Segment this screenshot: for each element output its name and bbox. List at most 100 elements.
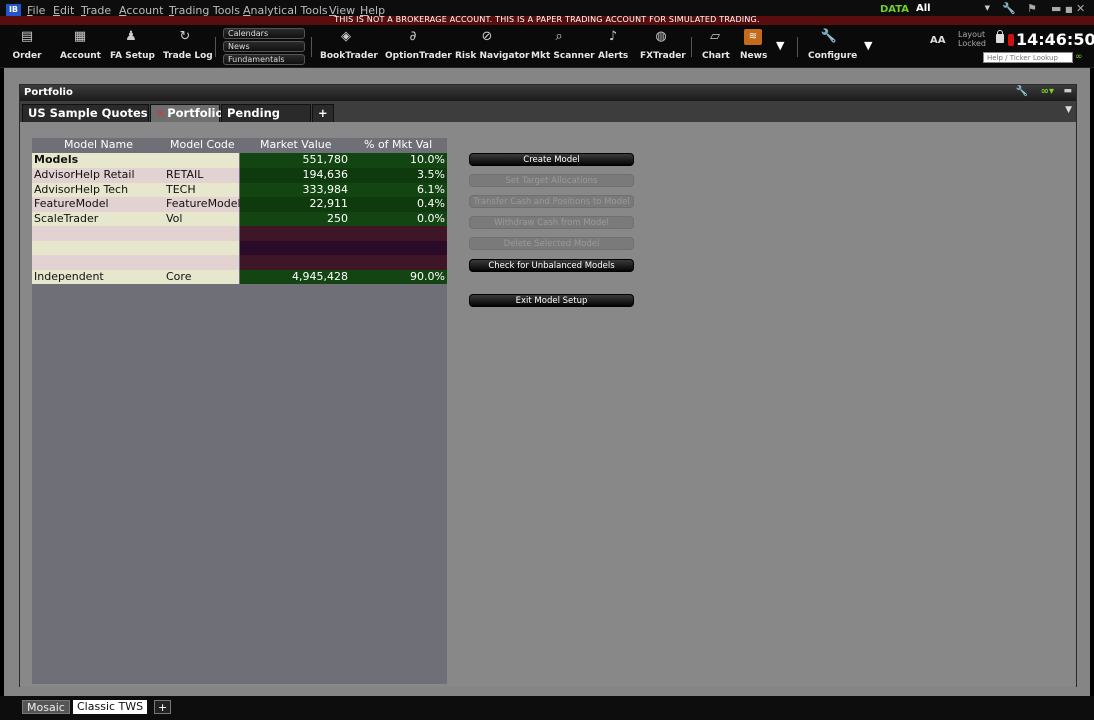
link-icon[interactable]: ∞ bbox=[1075, 52, 1083, 62]
layout-label-line2: Locked bbox=[958, 39, 986, 48]
portfolio-window: Portfolio 🔧 ∞▾ ▬ US Sample Quotes ✕ Portf… bbox=[19, 84, 1077, 687]
fxtrader-button[interactable]: ◍ FXTrader bbox=[640, 29, 686, 65]
cell-pct: 90.0% bbox=[410, 269, 445, 283]
cell-model-name: Models bbox=[34, 153, 79, 166]
cell-model-name: AdvisorHelp Tech bbox=[34, 182, 129, 196]
news-label: News bbox=[740, 51, 768, 61]
cell-market-value: 22,911 bbox=[309, 197, 349, 210]
connection-status-icon bbox=[1008, 34, 1014, 46]
bottom-bar: Mosaic Classic TWS + bbox=[0, 696, 1094, 720]
cell-pct: 10.0% bbox=[410, 153, 445, 166]
account-icon: ▦ bbox=[73, 29, 87, 44]
table-row[interactable]: Models 551,780 10.0% bbox=[32, 153, 447, 168]
check-unbalanced-button[interactable]: Check for Unbalanced Models bbox=[469, 259, 634, 272]
withdraw-cash-button[interactable]: Withdraw Cash from Model bbox=[469, 216, 634, 229]
window-title-bar[interactable]: Portfolio 🔧 ∞▾ ▬ bbox=[20, 85, 1076, 101]
table-row[interactable]: AdvisorHelp Retail RETAIL 194,636 3.5% bbox=[32, 168, 447, 183]
order-label: Order bbox=[12, 51, 42, 61]
cell-model-code: TECH bbox=[166, 182, 196, 196]
header-pct-mkt-val[interactable]: % of Mkt Val bbox=[364, 138, 432, 152]
header-model-name[interactable]: Model Name bbox=[64, 138, 133, 152]
table-row[interactable] bbox=[32, 240, 447, 255]
header-market-value[interactable]: Market Value bbox=[260, 138, 332, 152]
set-target-allocations-button[interactable]: Set Target Allocations bbox=[469, 174, 634, 187]
exit-model-setup-button[interactable]: Exit Model Setup bbox=[469, 294, 634, 307]
table-row[interactable] bbox=[32, 226, 447, 241]
ticker-lookup-input[interactable] bbox=[983, 52, 1073, 63]
tab-classic-tws[interactable]: Classic TWS bbox=[73, 700, 148, 714]
table-row[interactable]: AdvisorHelp Tech TECH 333,984 6.1% bbox=[32, 182, 447, 197]
cell-pct: 6.1% bbox=[417, 182, 445, 196]
more-tools-arrow-icon[interactable]: ▼ bbox=[776, 39, 784, 52]
chart-label: Chart bbox=[702, 51, 730, 61]
risk-navigator-label: Risk Navigator bbox=[455, 51, 530, 61]
optiontrader-button[interactable]: ∂ OptionTrader bbox=[385, 29, 452, 65]
add-layout-button[interactable]: + bbox=[154, 700, 172, 714]
data-label: DATA bbox=[880, 4, 910, 15]
trade-log-button[interactable]: ↻ Trade Log bbox=[163, 29, 213, 65]
configure-button[interactable]: 🔧 Configure bbox=[808, 29, 857, 65]
cell-model-name: FeatureModel bbox=[34, 197, 109, 210]
table-row[interactable] bbox=[32, 255, 447, 270]
table-row[interactable]: FeatureModel FeatureModel 22,911 0.4% bbox=[32, 197, 447, 212]
optiontrader-icon: ∂ bbox=[409, 29, 417, 44]
account-label: Account bbox=[60, 51, 101, 61]
tab-bar: US Sample Quotes ✕Portfolio Pending (All… bbox=[20, 101, 1076, 136]
cell-model-code: Vol bbox=[166, 211, 183, 225]
risk-navigator-button[interactable]: ⊘ Risk Navigator bbox=[455, 29, 530, 65]
header-model-code[interactable]: Model Code bbox=[170, 138, 235, 152]
toolbar-separator bbox=[797, 37, 798, 57]
news-stack-button[interactable]: News bbox=[223, 41, 305, 52]
delete-model-button[interactable]: Delete Selected Model bbox=[469, 237, 634, 250]
booktrader-label: BookTrader bbox=[320, 51, 378, 61]
font-size-button[interactable]: AA bbox=[930, 35, 945, 46]
table-row[interactable]: ScaleTrader Vol 250 0.0% bbox=[32, 211, 447, 226]
lock-icon[interactable] bbox=[996, 30, 1004, 43]
order-button[interactable]: ▤ Order bbox=[10, 29, 44, 65]
close-icon[interactable]: ✕ bbox=[1076, 2, 1085, 15]
tab-portfolio[interactable]: ✕ Portfolio bbox=[150, 104, 223, 122]
tab-mosaic[interactable]: Mosaic bbox=[22, 700, 70, 714]
tab-pending-all[interactable]: Pending (All) bbox=[221, 104, 311, 136]
close-tab-icon[interactable]: ✕ bbox=[156, 107, 165, 120]
link-icon[interactable]: ∞▾ bbox=[1041, 86, 1054, 97]
maximize-icon[interactable]: ■ bbox=[1065, 5, 1073, 14]
fundamentals-button[interactable]: Fundamentals bbox=[223, 54, 305, 65]
transfer-cash-button[interactable]: Transfer Cash and Positions to Model bbox=[469, 195, 634, 208]
wrench-icon[interactable]: 🔧 bbox=[1002, 2, 1016, 15]
cell-pct: 0.4% bbox=[417, 197, 445, 210]
filter-icon[interactable]: ▼ bbox=[1065, 105, 1072, 115]
add-tab-button[interactable]: + bbox=[312, 104, 334, 122]
models-table: Model Name Model Code Market Value % of … bbox=[32, 138, 447, 684]
flag-icon[interactable]: ⚑ bbox=[1027, 2, 1037, 15]
account-button[interactable]: ▦ Account bbox=[60, 29, 101, 65]
minimize-window-icon[interactable]: ▬ bbox=[1063, 86, 1072, 96]
cell-model-name: AdvisorHelp Retail bbox=[34, 168, 135, 181]
mkt-scanner-button[interactable]: ⌕ Mkt Scanner bbox=[531, 29, 595, 65]
layout-locked-label: Layout Locked bbox=[958, 30, 986, 48]
configure-arrow-icon[interactable]: ▼ bbox=[864, 39, 872, 52]
rss-icon: ≋ bbox=[744, 29, 762, 45]
window-title: Portfolio bbox=[24, 87, 73, 98]
cell-pct: 0.0% bbox=[417, 211, 445, 225]
toolbar-separator bbox=[215, 37, 216, 57]
chart-button[interactable]: ▱ Chart bbox=[702, 29, 730, 65]
news-button[interactable]: ≋ News bbox=[740, 29, 768, 65]
globe-icon: ◍ bbox=[655, 29, 667, 44]
order-icon: ▤ bbox=[20, 29, 34, 44]
cell-market-value: 333,984 bbox=[302, 182, 349, 196]
booktrader-icon: ◈ bbox=[341, 29, 351, 44]
fa-setup-button[interactable]: ♟ FA Setup bbox=[110, 29, 155, 65]
cell-market-value: 250 bbox=[327, 211, 348, 225]
booktrader-button[interactable]: ◈ BookTrader bbox=[320, 29, 378, 65]
mkt-scanner-label: Mkt Scanner bbox=[531, 51, 595, 61]
create-model-button[interactable]: Create Model bbox=[469, 153, 634, 166]
wrench-icon[interactable]: 🔧 bbox=[1016, 86, 1028, 97]
calendars-button[interactable]: Calendars bbox=[223, 28, 305, 39]
cell-market-value: 194,636 bbox=[302, 168, 349, 181]
minimize-icon[interactable]: ▬ bbox=[1051, 2, 1061, 15]
tab-us-sample-quotes[interactable]: US Sample Quotes bbox=[22, 104, 149, 122]
magnifier-icon: ⌕ bbox=[555, 29, 563, 44]
table-row[interactable]: Independent Core 4,945,428 90.0% bbox=[32, 269, 447, 284]
alerts-button[interactable]: ♪ Alerts bbox=[598, 29, 628, 65]
